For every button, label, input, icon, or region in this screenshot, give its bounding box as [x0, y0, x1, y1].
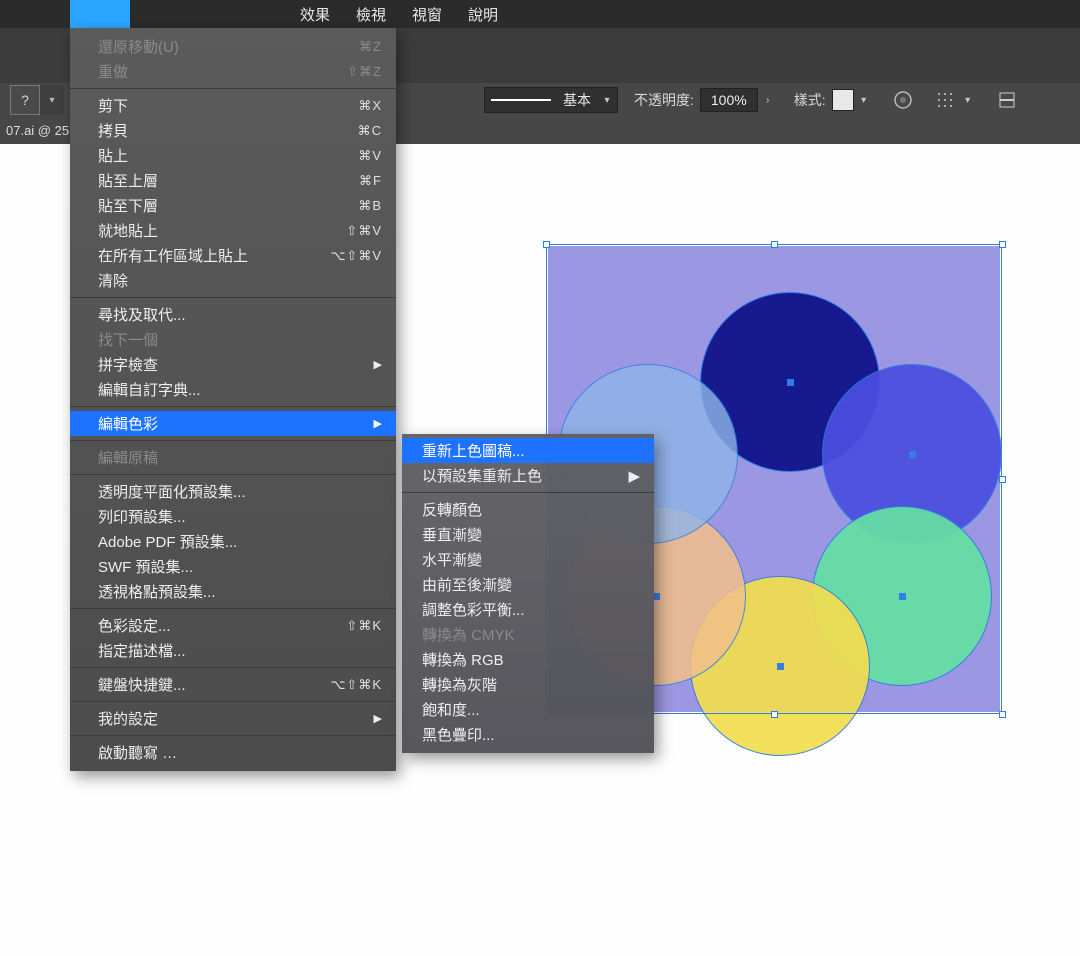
menu-pdf-preset[interactable]: Adobe PDF 預設集...	[70, 529, 396, 554]
menu-custom-dictionary[interactable]: 編輯自訂字典...	[70, 377, 396, 402]
menu-paste-back[interactable]: 貼至下層⌘B	[70, 193, 396, 218]
menu-start-dictation[interactable]: 啟動聽寫 …	[70, 740, 396, 765]
menu-perspective-preset[interactable]: 透視格點預設集...	[70, 579, 396, 604]
help-dropdown[interactable]: ▾	[40, 85, 64, 115]
transform-icon[interactable]	[994, 87, 1020, 113]
style-swatch[interactable]	[832, 89, 854, 111]
menu-my-settings[interactable]: 我的設定▶	[70, 706, 396, 731]
selection-handle[interactable]	[999, 476, 1006, 483]
menu-spell-check[interactable]: 拼字檢查▶	[70, 352, 396, 377]
menu-color-settings[interactable]: 色彩設定...⇧⌘K	[70, 613, 396, 638]
stroke-style-label: 基本	[557, 90, 597, 110]
menu-paste-in-place[interactable]: 就地貼上⇧⌘V	[70, 218, 396, 243]
submenu-convert-to-rgb[interactable]: 轉換為 RGB	[402, 647, 654, 672]
menu-effects[interactable]: 效果	[300, 4, 330, 25]
submenu-blend-vertically[interactable]: 垂直漸變	[402, 522, 654, 547]
menu-cut[interactable]: 剪下⌘X	[70, 93, 396, 118]
opacity-value[interactable]: 100%	[700, 88, 758, 112]
selection-handle[interactable]	[543, 241, 550, 248]
menu-paste[interactable]: 貼上⌘V	[70, 143, 396, 168]
menu-help[interactable]: 說明	[468, 4, 498, 25]
submenu-overprint-black[interactable]: 黑色疊印...	[402, 722, 654, 747]
menu-edit-original: 編輯原稿	[70, 445, 396, 470]
menu-paste-front[interactable]: 貼至上層⌘F	[70, 168, 396, 193]
menu-find-next: 找下一個	[70, 327, 396, 352]
menu-redo: 重做⇧⌘Z	[70, 59, 396, 84]
opacity-label: 不透明度:	[634, 90, 694, 110]
submenu-convert-to-cmyk: 轉換為 CMYK	[402, 622, 654, 647]
menu-paste-all-artboards[interactable]: 在所有工作區域上貼上⌥⇧⌘V	[70, 243, 396, 268]
menu-swf-preset[interactable]: SWF 預設集...	[70, 554, 396, 579]
style-caret[interactable]: ▾	[854, 95, 874, 106]
selection-handle[interactable]	[999, 241, 1006, 248]
submenu-blend-horizontally[interactable]: 水平漸變	[402, 547, 654, 572]
stroke-line-icon	[491, 99, 551, 101]
submenu-convert-to-grayscale[interactable]: 轉換為灰階	[402, 672, 654, 697]
menubar: 效果 檢視 視窗 說明	[0, 0, 1080, 28]
align-icon[interactable]	[932, 87, 958, 113]
menu-window[interactable]: 視窗	[412, 4, 442, 25]
submenu-recolor-artwork[interactable]: 重新上色圖稿...	[402, 438, 654, 463]
menu-edit-colors[interactable]: 編輯色彩▶	[70, 411, 396, 436]
align-caret[interactable]: ▾	[958, 95, 978, 106]
submenu-invert-colors[interactable]: 反轉顏色	[402, 497, 654, 522]
selection-handle[interactable]	[999, 711, 1006, 718]
edit-menu-dropdown: 還原移動(U)⌘Z 重做⇧⌘Z 剪下⌘X 拷貝⌘C 貼上⌘V 貼至上層⌘F 貼至…	[70, 28, 396, 771]
menu-print-preset[interactable]: 列印預設集...	[70, 504, 396, 529]
menu-assign-profile[interactable]: 指定描述檔...	[70, 638, 396, 663]
submenu-saturate[interactable]: 飽和度...	[402, 697, 654, 722]
submenu-recolor-with-preset[interactable]: 以預設集重新上色▶	[402, 463, 654, 488]
menu-keyboard-shortcuts[interactable]: 鍵盤快捷鍵...⌥⇧⌘K	[70, 672, 396, 697]
submenu-blend-front-to-back[interactable]: 由前至後漸變	[402, 572, 654, 597]
stroke-style-picker[interactable]: 基本 ▾	[484, 87, 618, 113]
menu-transparency-preset[interactable]: 透明度平面化預設集...	[70, 479, 396, 504]
help-icon[interactable]: ?	[10, 85, 40, 115]
style-label: 樣式:	[794, 90, 826, 110]
menu-edit-highlight[interactable]	[70, 0, 130, 28]
selection-handle[interactable]	[771, 241, 778, 248]
menu-view[interactable]: 檢視	[356, 4, 386, 25]
menu-copy[interactable]: 拷貝⌘C	[70, 118, 396, 143]
recolor-icon[interactable]	[890, 87, 916, 113]
chevron-down-icon: ▾	[597, 95, 617, 106]
menu-clear[interactable]: 清除	[70, 268, 396, 293]
opacity-caret[interactable]: ›	[758, 95, 778, 106]
menu-find-replace[interactable]: 尋找及取代...	[70, 302, 396, 327]
submenu-adjust-color-balance[interactable]: 調整色彩平衡...	[402, 597, 654, 622]
selection-handle[interactable]	[771, 711, 778, 718]
doc-name-partial: 07.ai @ 25	[0, 123, 69, 138]
menu-undo: 還原移動(U)⌘Z	[70, 34, 396, 59]
edit-colors-submenu: 重新上色圖稿... 以預設集重新上色▶ 反轉顏色 垂直漸變 水平漸變 由前至後漸…	[402, 434, 654, 753]
